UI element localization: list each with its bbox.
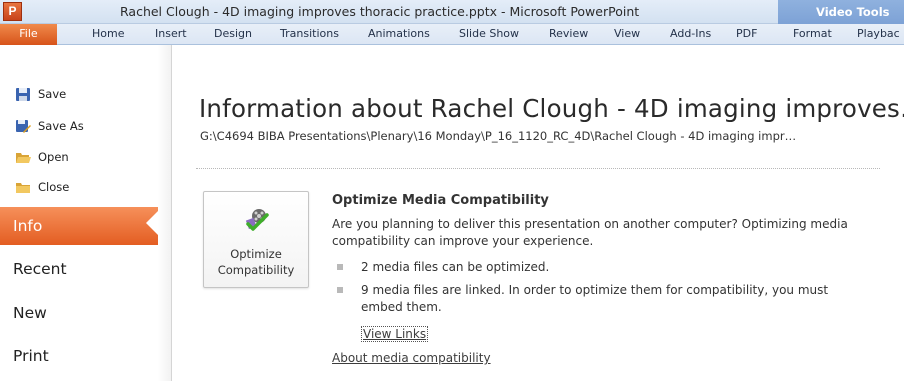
save-icon — [15, 87, 31, 102]
title-bar: P Rachel Clough - 4D imaging improves th… — [0, 0, 904, 24]
nav-new[interactable]: New — [0, 294, 172, 332]
page-title: Information about Rachel Clough - 4D ima… — [199, 94, 904, 123]
tab-file[interactable]: File — [0, 24, 57, 45]
tab-playback[interactable]: Playbac — [857, 27, 900, 40]
nav-recent[interactable]: Recent — [0, 250, 172, 288]
view-links-link[interactable]: View Links — [361, 326, 429, 342]
tab-pdf[interactable]: PDF — [736, 27, 757, 40]
tab-insert[interactable]: Insert — [155, 27, 187, 40]
bullet-marker — [337, 287, 343, 293]
about-media-compatibility-link[interactable]: About media compatibility — [332, 351, 491, 365]
nav-print[interactable]: Print — [0, 337, 172, 375]
bullet-optimizable-files: 2 media files can be optimized. — [361, 260, 550, 274]
video-tools-label: Video Tools — [816, 5, 890, 19]
optimize-compatibility-label: Optimize Compatibility — [217, 247, 295, 277]
nav-info[interactable]: Info — [0, 207, 158, 245]
tab-format[interactable]: Format — [793, 27, 832, 40]
selected-notch — [146, 211, 158, 235]
save-label: Save — [38, 87, 67, 101]
nav-info-label: Info — [13, 217, 43, 235]
section-title: Optimize Media Compatibility — [332, 193, 549, 208]
save-command[interactable]: Save — [15, 83, 66, 105]
nav-print-label: Print — [13, 347, 49, 365]
nav-new-label: New — [13, 304, 47, 322]
open-command[interactable]: Open — [15, 146, 69, 168]
close-command[interactable]: Close — [15, 176, 69, 198]
close-label: Close — [38, 180, 70, 194]
tab-slide-show[interactable]: Slide Show — [459, 27, 519, 40]
powerpoint-app-icon[interactable]: P — [3, 2, 22, 21]
tab-design[interactable]: Design — [214, 27, 252, 40]
file-path: G:\C4694 BIBA Presentations\Plenary\16 M… — [200, 129, 797, 143]
save-as-command[interactable]: Save As — [15, 115, 84, 137]
nav-recent-label: Recent — [13, 260, 67, 278]
section-description: Are you planning to deliver this present… — [332, 217, 848, 248]
section-divider — [196, 168, 880, 169]
film-reel-checkmark-icon — [244, 207, 270, 233]
window-title: Rachel Clough - 4D imaging improves thor… — [120, 4, 640, 19]
bullet-linked-files: 9 media files are linked. In order to op… — [361, 283, 829, 314]
open-folder-icon — [15, 150, 31, 165]
optimize-compatibility-button[interactable]: Optimize Compatibility — [203, 191, 309, 288]
bullet-marker — [337, 264, 343, 270]
tab-home[interactable]: Home — [92, 27, 124, 40]
save-as-label: Save As — [38, 119, 84, 133]
tab-animations[interactable]: Animations — [368, 27, 430, 40]
backstage-nav: Save Save As Open Close Info Recent New … — [0, 45, 172, 381]
tab-transitions[interactable]: Transitions — [280, 27, 339, 40]
ribbon-tab-bar: File Home Insert Design Transitions Anim… — [0, 24, 904, 45]
tab-view[interactable]: View — [614, 27, 640, 40]
close-folder-icon — [15, 180, 31, 195]
tab-add-ins[interactable]: Add-Ins — [670, 27, 711, 40]
save-as-icon — [15, 119, 31, 134]
tab-review[interactable]: Review — [549, 27, 588, 40]
open-label: Open — [38, 150, 69, 164]
